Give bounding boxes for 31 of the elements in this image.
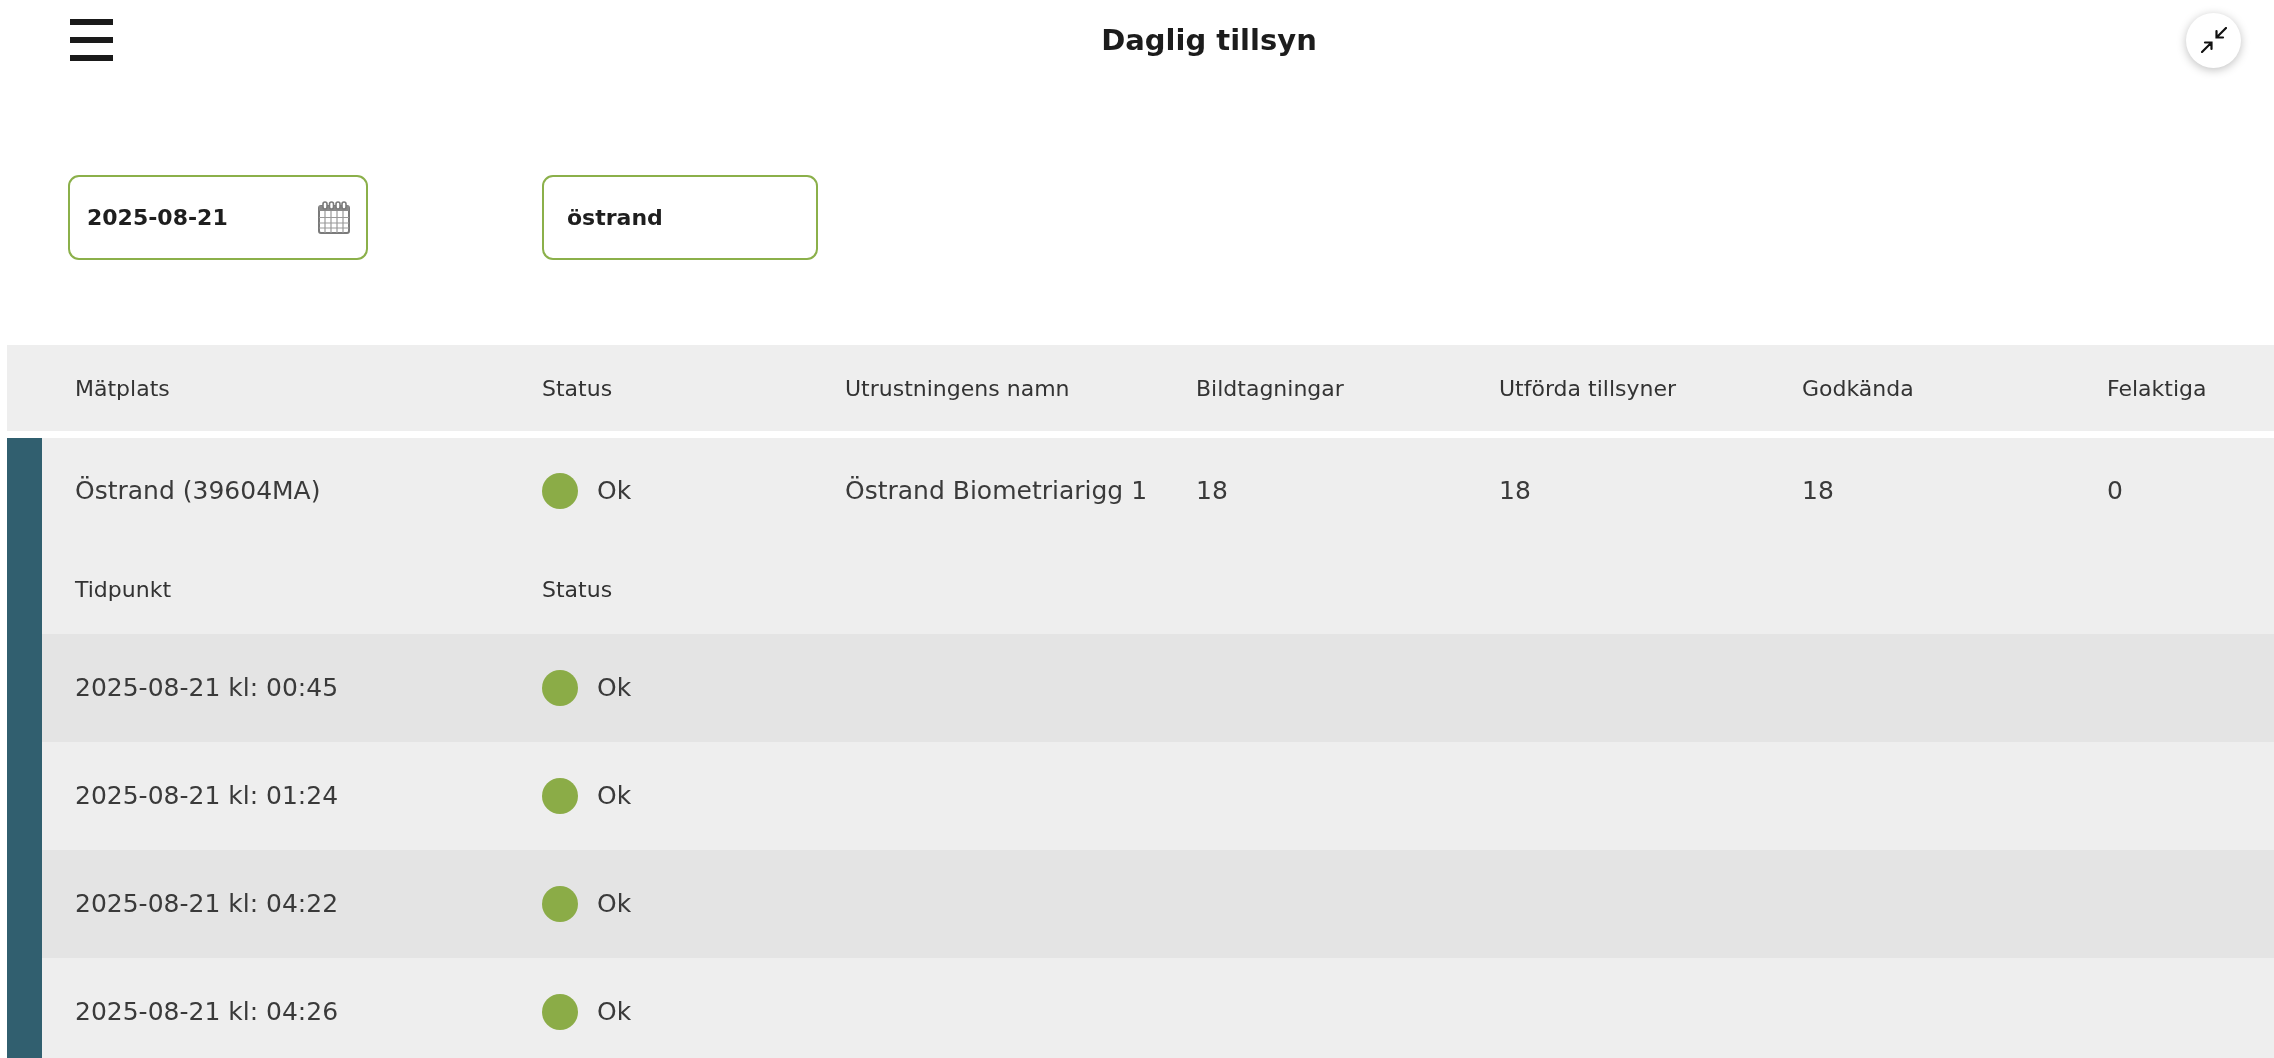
table-cell-text: 2025-08-21 kl: 04:26 bbox=[75, 996, 340, 1029]
column-header: Tidpunkt bbox=[75, 575, 173, 604]
table-cell-text: Östrand Biometriarigg 1 bbox=[845, 475, 1149, 508]
column-header: Bildtagningar bbox=[1196, 374, 1345, 403]
page-title: Daglig tillsyn bbox=[1101, 22, 1317, 58]
table-cell-text: 2025-08-21 kl: 00:45 bbox=[75, 672, 340, 705]
column-header: Status bbox=[542, 374, 614, 403]
table-cell-text: 2025-08-21 kl: 01:24 bbox=[75, 780, 340, 813]
table-cell-text: 2025-08-21 kl: 04:22 bbox=[75, 888, 340, 921]
menu-icon[interactable] bbox=[70, 19, 113, 61]
status-label: Ok bbox=[597, 888, 632, 921]
column-header: Status bbox=[542, 575, 614, 604]
table-cell-text: 18 bbox=[1499, 475, 1532, 508]
column-header: Utförda tillsyner bbox=[1499, 374, 1677, 403]
status-label: Ok bbox=[597, 475, 632, 508]
calendar-icon[interactable] bbox=[318, 201, 350, 234]
status-label: Ok bbox=[597, 996, 632, 1029]
column-header: Utrustningens namn bbox=[845, 374, 1071, 403]
table-cell-text: Östrand (39604MA) bbox=[75, 475, 322, 508]
status-label: Ok bbox=[597, 780, 632, 813]
column-header: Felaktiga bbox=[2107, 374, 2208, 403]
table-cell-text: 18 bbox=[1802, 475, 1835, 508]
table-cell-text: 0 bbox=[2107, 475, 2124, 508]
collapse-button[interactable] bbox=[2186, 12, 2241, 68]
column-header: Godkända bbox=[1802, 374, 1915, 403]
search-field[interactable]: östrand bbox=[542, 175, 818, 260]
status-label: Ok bbox=[597, 672, 632, 705]
table-cell-text: 18 bbox=[1196, 475, 1229, 508]
collapse-icon bbox=[2200, 27, 2227, 53]
column-header: Mätplats bbox=[75, 374, 171, 403]
date-field[interactable]: 2025-08-21 bbox=[68, 175, 368, 260]
